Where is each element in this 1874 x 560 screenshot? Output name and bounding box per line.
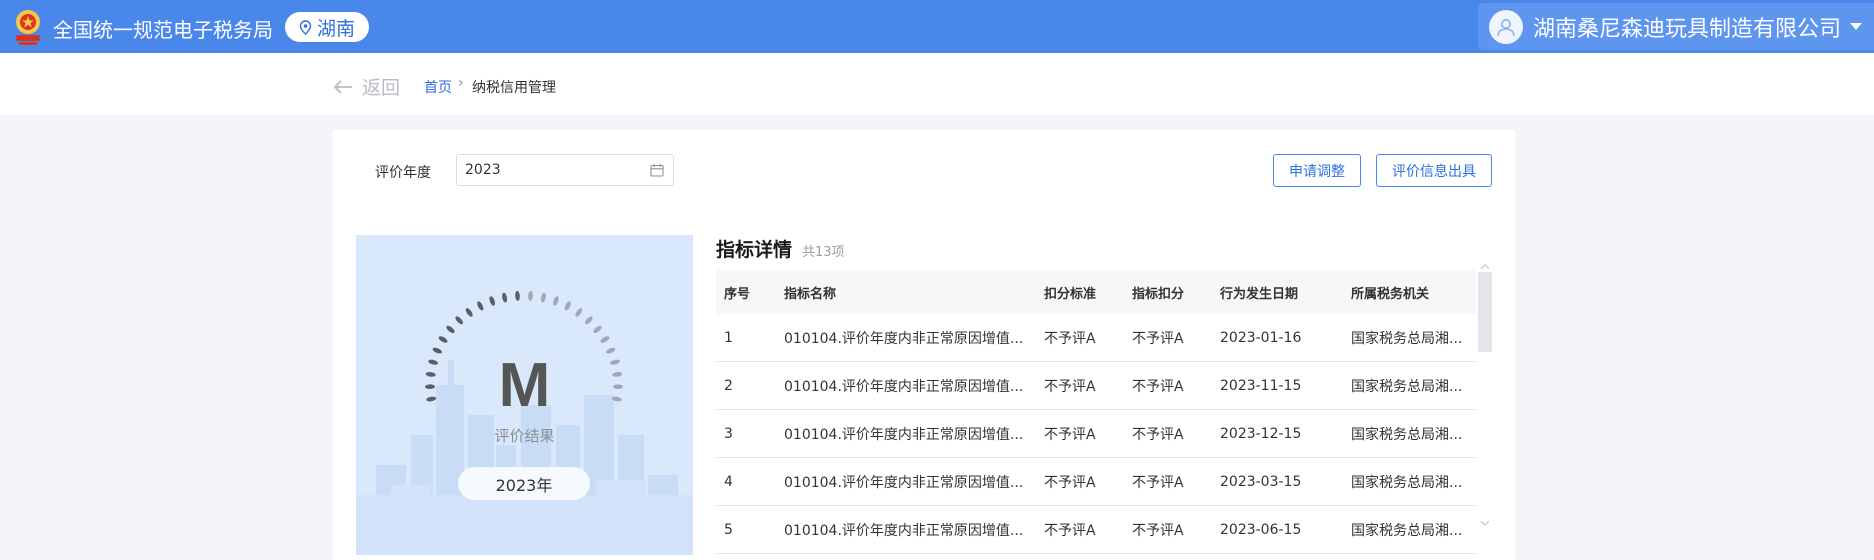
chevron-down-icon[interactable]	[1480, 518, 1490, 528]
table-body: 1 010104.评价年度内非正常原因增值... 不予评A 不予评A 2023-01-1…	[716, 314, 1476, 554]
breadcrumb-bar: 返回 首页 › 纳税信用管理	[0, 53, 1874, 115]
back-button[interactable]: 返回	[332, 73, 400, 100]
indicator-table: 序号 指标名称 扣分标准 指标扣分 行为发生日期 所属税务机关 1 010104.…	[716, 270, 1476, 554]
evaluation-result-panel: M 评价结果 2023年	[356, 235, 693, 555]
table-scrollbar[interactable]	[1477, 264, 1493, 558]
company-name: 湖南桑尼森迪玩具制造有限公司	[1533, 16, 1842, 42]
table-cell: 国家税务总局湘...	[1351, 378, 1463, 395]
dial-tick	[528, 290, 533, 301]
back-label: 返回	[362, 77, 401, 99]
table-cell: 不予评A	[1044, 522, 1096, 539]
dial-tick	[515, 290, 520, 301]
dial-tick	[540, 292, 546, 303]
dial-tick	[564, 301, 571, 311]
detail-title: 指标详情	[716, 239, 793, 261]
year-label: 评价年度	[375, 165, 431, 181]
table-cell: 不予评A	[1132, 474, 1184, 491]
year-value: 2023	[465, 162, 501, 178]
result-year-badge: 2023年	[458, 467, 590, 500]
table-row[interactable]: 2 010104.评价年度内非正常原因增值... 不予评A 不予评A 2023-11-1…	[716, 362, 1476, 410]
table-cell: 2023-01-16	[1220, 329, 1302, 346]
scrollbar-thumb[interactable]	[1478, 272, 1492, 352]
table-cell: 国家税务总局湘...	[1351, 474, 1463, 491]
table-cell: 2023-12-15	[1220, 425, 1302, 442]
detail-count: 共13项	[802, 245, 845, 260]
dial-tick	[455, 316, 464, 325]
user-avatar-icon	[1489, 9, 1523, 44]
dial-tick	[465, 308, 473, 317]
table-cell: 不予评A	[1044, 330, 1096, 347]
table-row[interactable]: 1 010104.评价年度内非正常原因增值... 不予评A 不予评A 2023-01-1…	[716, 314, 1476, 362]
table-cell: 不予评A	[1044, 378, 1096, 395]
table-cell: 1	[724, 329, 733, 346]
table-cell: 不予评A	[1132, 378, 1184, 395]
column-header: 指标名称	[784, 286, 837, 302]
user-menu[interactable]: 湖南桑尼森迪玩具制造有限公司	[1478, 3, 1874, 50]
dial-tick	[584, 316, 593, 325]
region-selector[interactable]: 湖南	[285, 12, 369, 42]
table-cell: 4	[724, 473, 733, 490]
dial-tick	[553, 296, 559, 306]
table-cell: 不予评A	[1132, 426, 1184, 443]
table-cell: 010104.评价年度内非正常原因增值...	[784, 378, 1024, 395]
table-row[interactable]: 3 010104.评价年度内非正常原因增值... 不予评A 不予评A 2023-12-1…	[716, 410, 1476, 458]
table-row[interactable]: 5 010104.评价年度内非正常原因增值... 不予评A 不予评A 2023-06-1…	[716, 506, 1476, 554]
table-cell: 国家税务总局湘...	[1351, 522, 1463, 539]
column-header: 扣分标准	[1044, 286, 1097, 302]
table-cell: 国家税务总局湘...	[1351, 330, 1463, 347]
year-picker[interactable]: 2023	[456, 154, 674, 186]
dial-tick	[446, 325, 455, 333]
dial-tick	[477, 301, 484, 311]
national-emblem-icon	[16, 10, 40, 45]
dial-tick	[489, 296, 495, 306]
dial-tick	[600, 336, 610, 343]
table-cell: 010104.评价年度内非正常原因增值...	[784, 474, 1024, 491]
column-header: 所属税务机关	[1351, 286, 1430, 302]
credit-card-panel: 评价年度 2023 申请调整 评价信息出具 M 评价结果 2023年 指标详情 …	[333, 130, 1515, 560]
caret-down-icon	[1850, 23, 1863, 30]
table-cell: 不予评A	[1132, 522, 1184, 539]
table-header: 序号 指标名称 扣分标准 指标扣分 行为发生日期 所属税务机关	[716, 270, 1476, 314]
apply-adjust-button[interactable]: 申请调整	[1273, 154, 1361, 187]
column-header: 序号	[724, 286, 751, 302]
table-row[interactable]: 4 010104.评价年度内非正常原因增值... 不予评A 不予评A 2023-03-1…	[716, 458, 1476, 506]
issue-evaluation-button[interactable]: 评价信息出具	[1376, 154, 1492, 187]
table-cell: 2023-11-15	[1220, 377, 1302, 394]
dial-tick	[593, 325, 602, 333]
table-cell: 010104.评价年度内非正常原因增值...	[784, 522, 1024, 539]
calendar-icon	[650, 164, 664, 177]
table-cell: 2023-03-15	[1220, 473, 1302, 490]
table-cell: 2023-06-15	[1220, 521, 1302, 538]
breadcrumb-separator: ›	[458, 75, 464, 91]
credit-grade: M	[498, 351, 551, 420]
table-cell: 5	[724, 521, 733, 538]
arrow-left-icon	[333, 79, 352, 94]
dial-tick	[502, 292, 508, 303]
site-title: 全国统一规范电子税务局	[53, 18, 273, 42]
table-cell: 010104.评价年度内非正常原因增值...	[784, 330, 1024, 347]
region-label: 湖南	[316, 17, 355, 40]
chevron-up-icon[interactable]	[1480, 262, 1490, 272]
grade-caption: 评价结果	[494, 427, 555, 445]
dial-tick	[575, 308, 583, 317]
table-cell: 不予评A	[1044, 426, 1096, 443]
dial-tick	[438, 336, 448, 343]
location-pin-icon	[299, 19, 312, 35]
table-cell: 010104.评价年度内非正常原因增值...	[784, 426, 1024, 443]
table-cell: 不予评A	[1044, 474, 1096, 491]
table-cell: 不予评A	[1132, 330, 1184, 347]
table-cell: 3	[724, 425, 733, 442]
breadcrumb-current: 纳税信用管理	[472, 80, 556, 96]
table-cell: 国家税务总局湘...	[1351, 426, 1463, 443]
breadcrumb-home-link[interactable]: 首页	[424, 77, 452, 97]
column-header: 行为发生日期	[1220, 286, 1299, 302]
table-cell: 2	[724, 377, 733, 394]
top-bar: 全国统一规范电子税务局 湖南 湖南桑尼森迪玩具制造有限公司	[0, 0, 1874, 53]
column-header: 指标扣分	[1132, 286, 1185, 302]
